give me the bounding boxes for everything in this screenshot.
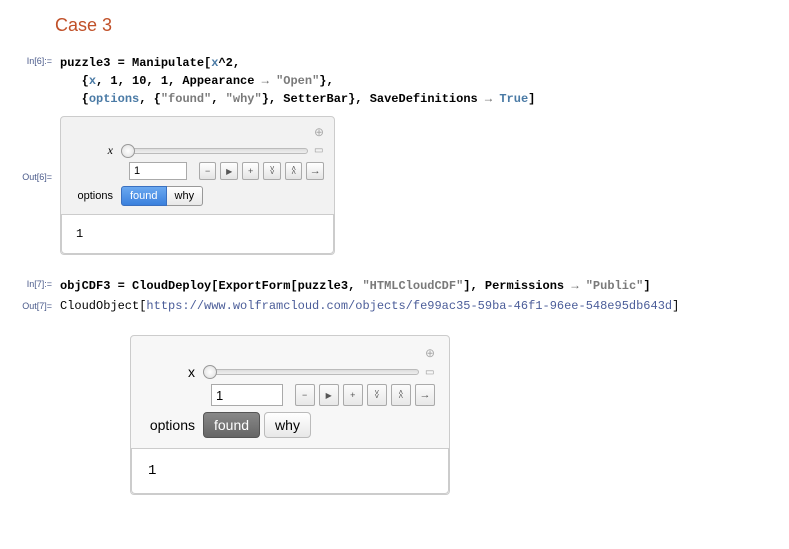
- x-input[interactable]: [129, 162, 187, 180]
- option-why-button-cloud[interactable]: why: [264, 412, 311, 438]
- out-label-7: Out[7]=: [0, 299, 52, 311]
- play-button[interactable]: [220, 162, 238, 180]
- slider-x[interactable]: [121, 148, 308, 154]
- manipulate-panel-cloud: ⊕ x ▭ ˅˅ ˄˄ options: [130, 335, 450, 495]
- manipulate-output-cloud: 1: [131, 448, 449, 494]
- step-minus-button[interactable]: [295, 384, 315, 406]
- variable-label-x-cloud: x: [145, 364, 203, 380]
- option-found-button-cloud[interactable]: found: [203, 412, 260, 438]
- faster-button[interactable]: ˄˄: [391, 384, 411, 406]
- slower-button[interactable]: ˅˅: [263, 162, 281, 180]
- out-label-6: Out[6]=: [0, 112, 52, 182]
- in-label-6: In[6]:=: [0, 54, 52, 66]
- code-in7: objCDF3 = CloudDeploy[ExportForm[puzzle3…: [60, 277, 789, 295]
- option-found-button[interactable]: found: [121, 186, 167, 206]
- slider-row: x ▭: [71, 143, 324, 158]
- step-minus-button[interactable]: [199, 162, 217, 180]
- step-plus-button[interactable]: [242, 162, 260, 180]
- direction-button[interactable]: [415, 384, 435, 406]
- slider-thumb[interactable]: [121, 144, 135, 158]
- cloud-object-output: CloudObject[https://www.wolframcloud.com…: [60, 299, 789, 313]
- in-label-7: In[7]:=: [0, 277, 52, 289]
- slider-thumb-cloud[interactable]: [203, 365, 217, 379]
- option-why-button[interactable]: why: [167, 186, 204, 206]
- plus-icon[interactable]: ⊕: [314, 125, 324, 139]
- collapse-icon[interactable]: ▭: [425, 367, 435, 378]
- output-cell-6: Out[6]= ⊕ x ▭ ˅˅ ˄˄: [0, 112, 789, 265]
- step-plus-button[interactable]: [343, 384, 363, 406]
- setter-bar: found why: [121, 186, 203, 206]
- slower-button[interactable]: ˅˅: [367, 384, 387, 406]
- slider-row-cloud: x ▭: [145, 364, 435, 380]
- options-label: options: [71, 190, 121, 202]
- output-cell-7: Out[7]= CloudObject[https://www.wolframc…: [0, 299, 789, 313]
- faster-button[interactable]: ˄˄: [285, 162, 303, 180]
- input-cell-7: In[7]:= objCDF3 = CloudDeploy[ExportForm…: [0, 277, 789, 295]
- cloud-panel-row: ⊕ x ▭ ˅˅ ˄˄ options: [0, 331, 789, 505]
- x-input-cloud[interactable]: [211, 384, 283, 406]
- plus-icon[interactable]: ⊕: [425, 346, 435, 360]
- options-label-cloud: options: [145, 417, 203, 433]
- manipulate-output: 1: [61, 214, 334, 254]
- cloud-url[interactable]: https://www.wolframcloud.com/objects/fe9…: [146, 299, 672, 313]
- slider-x-cloud[interactable]: [203, 369, 419, 375]
- variable-label-x: x: [71, 143, 121, 158]
- section-heading: Case 3: [55, 15, 789, 36]
- input-cell-6: In[6]:= puzzle3 = Manipulate[x^2, {x, 1,…: [0, 54, 789, 108]
- manipulate-panel-notebook: ⊕ x ▭ ˅˅ ˄˄ options: [60, 116, 335, 255]
- setter-bar-cloud: found why: [203, 412, 315, 438]
- collapse-icon[interactable]: ▭: [314, 145, 324, 156]
- code-in6: puzzle3 = Manipulate[x^2, {x, 1, 10, 1, …: [60, 54, 789, 108]
- play-button[interactable]: [319, 384, 339, 406]
- direction-button[interactable]: [306, 162, 324, 180]
